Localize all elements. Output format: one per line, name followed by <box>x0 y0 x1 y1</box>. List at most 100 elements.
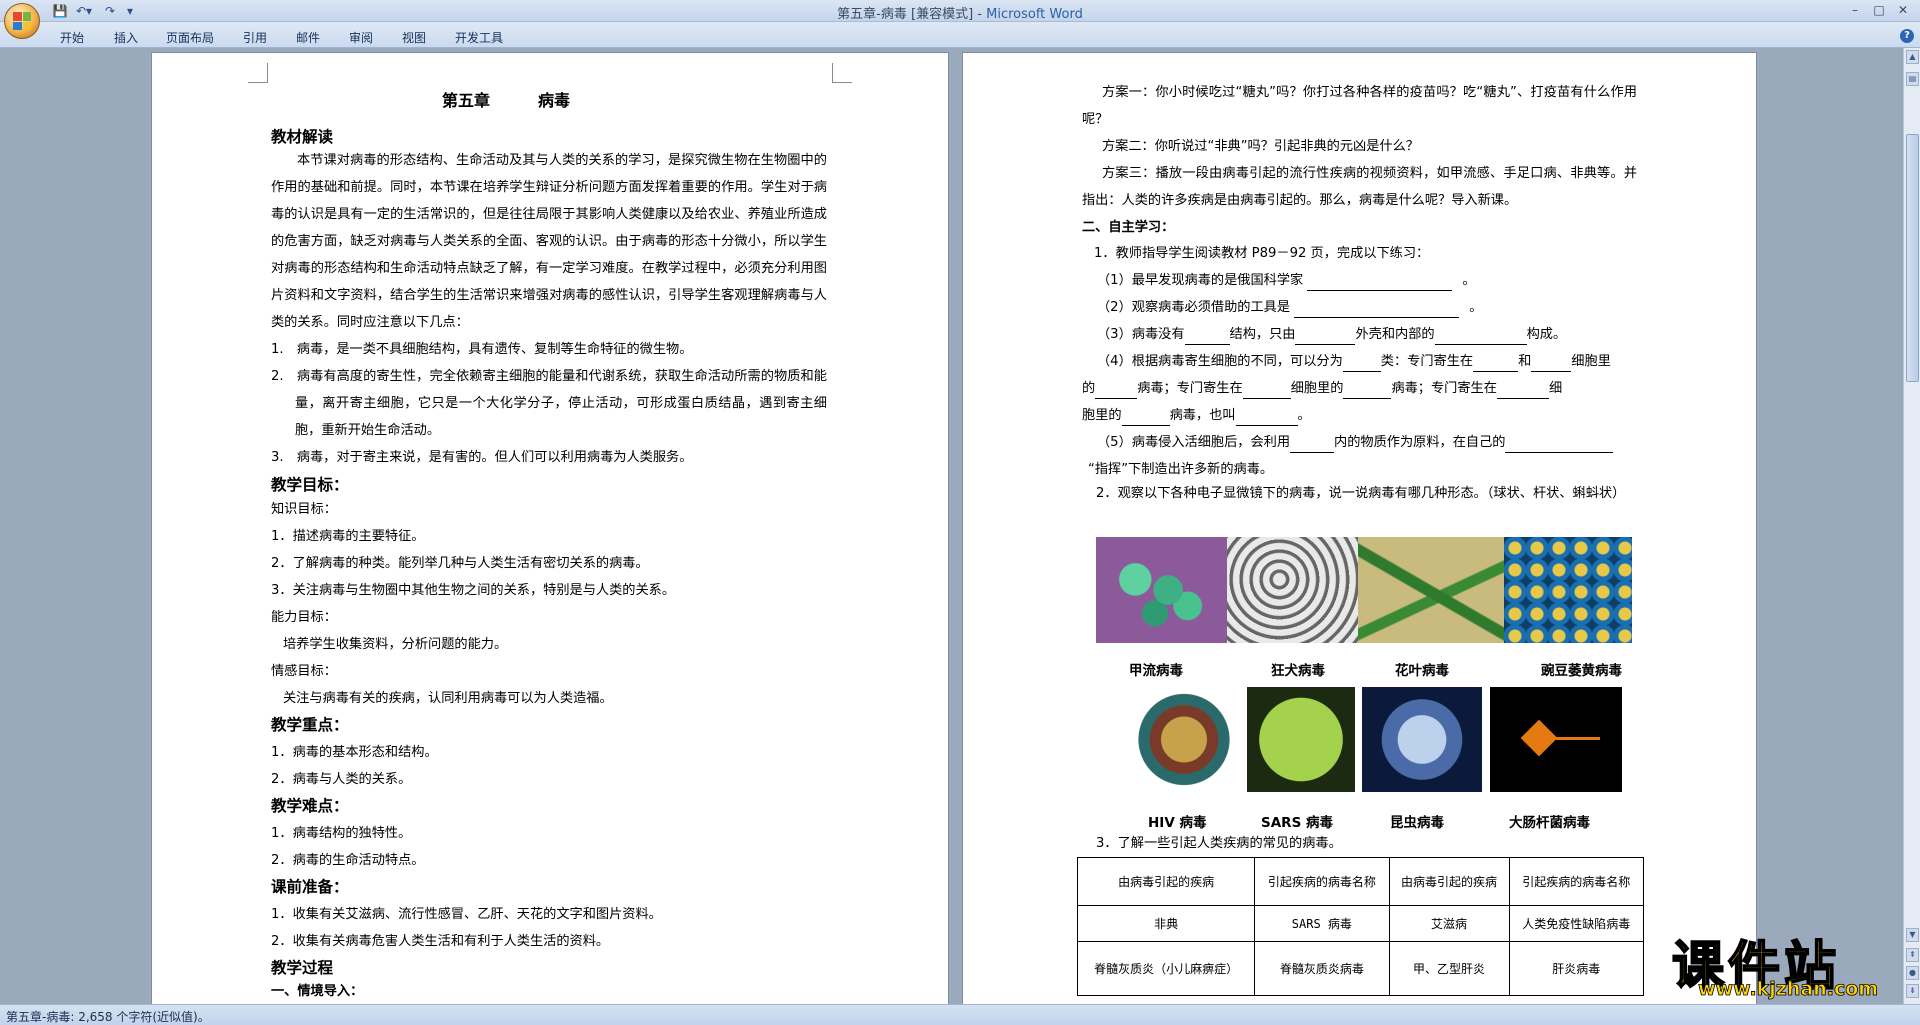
question: 3．了解一些引起人类疾病的常见的病毒。 <box>1096 836 1342 851</box>
mosaic-virus-image <box>1358 537 1504 643</box>
list-item: 1．描述病毒的主要特征。 <box>271 529 425 544</box>
section-heading: 教学难点： <box>271 797 349 815</box>
blank-field[interactable] <box>1531 358 1572 372</box>
list-item: 2．了解病毒的种类。能列举几种与人类生活有密切关系的病毒。 <box>271 556 649 571</box>
blank-field[interactable] <box>1290 439 1335 453</box>
subheading: 情感目标： <box>271 664 337 679</box>
blank-field[interactable] <box>1235 412 1298 426</box>
table-row: 由病毒引起的疾病 引起疾病的病毒名称 由病毒引起的疾病 引起疾病的病毒名称 <box>1076 857 1645 906</box>
ecoli-phage-image <box>1490 687 1622 792</box>
vertical-scrollbar[interactable]: ▲ ▤ ▼ ⇞ ● ⇟ <box>1903 48 1920 1004</box>
rabies-virus-image <box>1227 537 1358 643</box>
scroll-up-icon[interactable]: ▲ <box>1906 50 1919 64</box>
table-cell: 非典 <box>1076 905 1256 942</box>
tab-references[interactable]: 引用 <box>243 29 267 46</box>
tab-home[interactable]: 开始 <box>60 29 84 46</box>
ribbon-tabs: 开始 插入 页面布局 引用 邮件 审阅 视图 开发工具 <box>0 22 1920 48</box>
list-item: 2. 病毒有高度的寄生性，完全依赖寄主细胞的能量和代谢系统，获取生命活动所需的物… <box>271 369 827 438</box>
fill-question: “指挥”下制造出许多新的病毒。 <box>1088 462 1274 477</box>
list-item: 2．收集有关病毒危害人类生活和有利于人类生活的资料。 <box>271 934 610 949</box>
minimize-button[interactable]: – <box>1844 2 1866 18</box>
ruler-toggle-icon[interactable]: ▤ <box>1906 72 1919 86</box>
list-item: 1．收集有关艾滋病、流行性感冒、乙肝、天花的文字和图片资料。 <box>271 907 662 922</box>
hiv-virus-image <box>1130 687 1238 792</box>
virus-label: 昆虫病毒 <box>1390 815 1444 831</box>
watermark-url: www.kjzhan.com <box>1698 978 1879 1001</box>
table-cell: 甲、乙型肝炎 <box>1388 941 1510 996</box>
table-cell: 艾滋病 <box>1388 905 1510 942</box>
margin-mark <box>832 63 852 83</box>
help-icon[interactable]: ? <box>1900 29 1914 43</box>
blank-field[interactable] <box>1184 331 1230 345</box>
document-page-right[interactable]: 方案一：你小时候吃过“糖丸”吗？你打过各种各样的疫苗吗？吃“糖丸”、打疫苗有什么… <box>963 53 1756 1004</box>
virus-label: 狂犬病毒 <box>1271 663 1325 679</box>
status-text: 第五章-病毒: 2,658 个字符(近似值)。 <box>6 1010 210 1024</box>
list-item: 3．关注病毒与生物圈中其他生物之间的关系，特别是与人类的关系。 <box>271 583 676 598</box>
virus-label: SARS 病毒 <box>1261 815 1333 831</box>
close-button[interactable]: ✕ <box>1892 2 1914 18</box>
table-row: 脊髓灰质炎（小儿麻痹症） 脊髓灰质炎病毒 甲、乙型肝炎 肝炎病毒 <box>1076 941 1645 996</box>
table-cell: 人类免疫性缺陷病毒 <box>1508 905 1645 942</box>
section-heading: 教材解读 <box>271 128 334 146</box>
fill-question: （3）病毒没有 结构，只由 外壳和内部的 构成。 <box>1097 325 1566 345</box>
emotion-text: 关注与病毒有关的疾病，认同利用病毒可以为人类造福。 <box>283 691 613 706</box>
intro-paragraph: 本节课对病毒的形态结构、生命活动及其与人类的关系的学习，是探究微生物在生物圈中的… <box>271 153 827 330</box>
table-cell: 由病毒引起的疾病 <box>1388 857 1510 906</box>
blank-field[interactable] <box>1434 331 1527 345</box>
subheading: 知识目标： <box>271 502 337 517</box>
pea-virus-image <box>1504 537 1632 643</box>
section-heading: 教学目标： <box>271 476 349 494</box>
blank-field[interactable] <box>1342 358 1381 372</box>
fill-question: （4）根据病毒寄生细胞的不同，可以分为 类：专门寄生在和细胞里 <box>1097 352 1611 372</box>
tab-insert[interactable]: 插入 <box>114 29 138 46</box>
maximize-button[interactable]: □ <box>1868 2 1890 18</box>
tab-developer[interactable]: 开发工具 <box>455 29 503 46</box>
tab-mailings[interactable]: 邮件 <box>296 29 320 46</box>
fill-question: （2）观察病毒必须借助的工具是 。 <box>1097 298 1482 318</box>
blank-field[interactable] <box>1294 304 1460 318</box>
window-title: 第五章-病毒 [兼容模式] - Microsoft Word <box>837 7 1083 22</box>
list-item: 1. 病毒，是一类不具细胞结构，具有遗传、复制等生命特征的微生物。 <box>271 342 693 357</box>
blank-field[interactable] <box>1295 331 1356 345</box>
blank-field[interactable] <box>1473 358 1519 372</box>
blank-field[interactable] <box>1242 385 1291 399</box>
table-cell: 引起疾病的病毒名称 <box>1254 857 1390 906</box>
table-row: 非典 SARS 病毒 艾滋病 人类免疫性缺陷病毒 <box>1076 905 1645 942</box>
list-item: 2．病毒与人类的关系。 <box>271 772 412 787</box>
blank-field[interactable] <box>1505 439 1614 453</box>
document-page-left[interactable]: 第五章 病毒 教材解读 本节课对病毒的形态结构、生命活动及其与人类的关系的学习，… <box>152 53 948 1004</box>
blank-field[interactable] <box>1343 385 1392 399</box>
subheading: 一、情境导入： <box>271 984 364 999</box>
list-item: 1．病毒结构的独特性。 <box>271 826 412 841</box>
insect-virus-image <box>1362 687 1482 792</box>
list-item: 2．病毒的生命活动特点。 <box>271 853 425 868</box>
ability-text: 培养学生收集资料，分析问题的能力。 <box>283 637 508 652</box>
blank-field[interactable] <box>1095 385 1138 399</box>
chapter-title: 第五章 病毒 <box>442 91 571 110</box>
margin-mark <box>248 63 268 83</box>
tab-page-layout[interactable]: 页面布局 <box>166 29 214 46</box>
tab-review[interactable]: 审阅 <box>349 29 373 46</box>
table-cell: 引起疾病的病毒名称 <box>1508 857 1645 906</box>
fill-question: 的病毒；专门寄生在 细胞里的 病毒；专门寄生在细 <box>1082 379 1562 399</box>
virus-label: 花叶病毒 <box>1395 663 1449 679</box>
section-heading: 教学重点： <box>271 716 349 734</box>
office-logo-icon <box>13 12 31 30</box>
blank-field[interactable] <box>1496 385 1549 399</box>
kjzhan-watermark-logo: 课件站 www.kjzhan.com <box>1658 924 1916 1002</box>
fill-question: （5）病毒侵入活细胞后，会利用 内的物质作为原料，在自己的 <box>1097 433 1614 453</box>
scroll-thumb[interactable] <box>1906 134 1919 382</box>
status-bar: 第五章-病毒: 2,658 个字符(近似值)。 <box>0 1004 1920 1025</box>
tab-view[interactable]: 视图 <box>402 29 426 46</box>
subheading: 二、自主学习： <box>1082 220 1175 235</box>
blank-field[interactable] <box>1121 412 1170 426</box>
blank-field[interactable] <box>1307 277 1453 291</box>
office-button[interactable] <box>4 3 40 39</box>
virus-label: 甲流病毒 <box>1129 663 1183 679</box>
plan-paragraph: 方案一：你小时候吃过“糖丸”吗？你打过各种各样的疫苗吗？吃“糖丸”、打疫苗有什么… <box>1082 85 1637 127</box>
question: 1．教师指导学生阅读教材 P89－92 页，完成以下练习： <box>1094 246 1430 261</box>
fill-question: 胞里的 病毒，也叫。 <box>1082 406 1311 426</box>
virus-label: 大肠杆菌病毒 <box>1509 815 1590 831</box>
virus-label: HIV 病毒 <box>1148 815 1207 831</box>
virus-disease-table: 由病毒引起的疾病 引起疾病的病毒名称 由病毒引起的疾病 引起疾病的病毒名称 非典… <box>1076 857 1645 996</box>
